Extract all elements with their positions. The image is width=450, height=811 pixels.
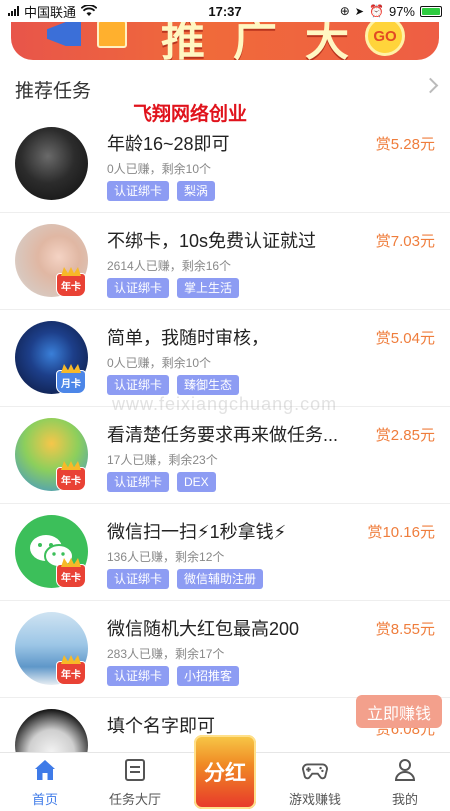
tag: 小招推客: [177, 666, 240, 686]
task-title: 简单，我随时审核，: [107, 328, 269, 348]
location-icon: ➤: [354, 5, 365, 18]
promo-banner[interactable]: 推广大奖 GO: [11, 16, 439, 60]
task-title: 看清楚任务要求再来做任务...: [107, 425, 339, 445]
battery-icon: [420, 5, 442, 17]
tab-bar: 首页 任务大厅 游戏赚钱 我的 分红: [0, 735, 450, 811]
watermark-red: 飞翔网络创业: [133, 104, 248, 125]
tab-task-hall[interactable]: 任务大厅: [90, 753, 180, 811]
task-meta: 0人已赚，剩余10个: [107, 162, 212, 176]
task-row[interactable]: 年卡 不绑卡，10s免费认证就过 2614人已赚，剩余16个 认证绑卡 掌上生活…: [0, 213, 450, 310]
carrier-label: 中国联通: [24, 4, 77, 20]
task-title: 不绑卡，10s免费认证就过: [107, 231, 317, 251]
task-title: 微信扫一扫⚡1秒拿钱⚡: [107, 522, 287, 542]
home-icon: [32, 757, 58, 783]
tag: 臻御生态: [177, 375, 240, 395]
tab-label: 游戏赚钱: [288, 792, 341, 807]
wifi-icon: [81, 5, 98, 16]
task-row[interactable]: 年卡 看清楚任务要求再来做任务... 17人已赚，剩余23个 认证绑卡 DEX …: [0, 407, 450, 504]
gift-icon: [97, 20, 127, 48]
tag: 认证绑卡: [107, 181, 170, 201]
tag: 微信辅助注册: [177, 569, 264, 589]
tab-label: 我的: [391, 792, 418, 807]
tag: 认证绑卡: [107, 278, 170, 298]
reward-amount: 赏2.85元: [375, 427, 435, 444]
banner-go-button[interactable]: GO: [365, 16, 405, 56]
tab-mine[interactable]: 我的: [360, 753, 450, 811]
status-bar: 中国联通 17:37 ⊕ ➤ ⏰ 97%: [0, 0, 450, 22]
tab-label: 任务大厅: [108, 792, 161, 807]
task-meta: 136人已赚，剩余12个: [107, 550, 225, 564]
year-card-badge: 年卡: [56, 661, 86, 685]
task-list: 年龄16~28即可 0人已赚，剩余10个 认证绑卡 梨涡 赏5.28元 年卡 不…: [0, 116, 450, 795]
task-row[interactable]: 年卡 微信扫一扫⚡1秒拿钱⚡ 136人已赚，剩余12个 认证绑卡 微信辅助注册 …: [0, 504, 450, 601]
avatar: [15, 127, 88, 200]
tab-home[interactable]: 首页: [0, 753, 90, 811]
reward-amount: 赏5.28元: [375, 136, 435, 153]
battery-percent: 97%: [388, 3, 415, 19]
tag: 认证绑卡: [107, 472, 170, 492]
task-meta: 17人已赚，剩余23个: [107, 453, 218, 467]
year-card-badge: 年卡: [56, 273, 86, 297]
tab-label: 首页: [31, 792, 58, 807]
signal-icon: [8, 6, 19, 16]
tag: 认证绑卡: [107, 666, 170, 686]
chevron-right-icon[interactable]: [422, 77, 439, 94]
tag: 梨涡: [177, 181, 216, 201]
task-row[interactable]: 年卡 微信随机大红包最高200 283人已赚，剩余17个 认证绑卡 小招推客 赏…: [0, 601, 450, 698]
gamepad-icon: [302, 757, 328, 783]
reward-amount: 赏10.16元: [367, 524, 435, 541]
reward-amount: 赏5.04元: [375, 330, 435, 347]
task-meta: 0人已赚，剩余10个: [107, 356, 212, 370]
tag: 掌上生活: [177, 278, 240, 298]
megaphone-icon: [47, 22, 81, 46]
dividend-button[interactable]: 分红: [194, 735, 256, 809]
month-card-badge: 月卡: [56, 370, 86, 394]
task-row[interactable]: 月卡 简单，我随时审核， 0人已赚，剩余10个 认证绑卡 臻御生态 赏5.04元: [0, 310, 450, 407]
earn-now-button[interactable]: 立即赚钱: [356, 695, 442, 728]
watermark-faint: www.feixiangchuang.com: [112, 394, 338, 414]
year-card-badge: 年卡: [56, 467, 86, 491]
reward-amount: 赏8.55元: [375, 621, 435, 638]
task-meta: 2614人已赚，剩余16个: [107, 259, 232, 273]
section-title: 推荐任务: [15, 80, 92, 102]
user-icon: [392, 757, 418, 783]
task-title: 年龄16~28即可: [107, 134, 230, 154]
app-screen: 中国联通 17:37 ⊕ ➤ ⏰ 97% 推广大奖 GO 推荐任务 飞翔网络创业…: [0, 0, 450, 811]
reward-amount: 赏7.03元: [375, 233, 435, 250]
year-card-badge: 年卡: [56, 564, 86, 588]
task-title: 填个名字即可: [107, 716, 215, 736]
lock-rotation-icon: ⊕: [339, 4, 350, 18]
tab-games[interactable]: 游戏赚钱: [270, 753, 360, 811]
task-title: 微信随机大红包最高200: [107, 619, 300, 639]
document-icon: [122, 757, 148, 783]
alarm-icon: ⏰: [369, 4, 384, 18]
task-meta: 283人已赚，剩余17个: [107, 647, 225, 661]
tag: 认证绑卡: [107, 375, 170, 395]
task-row[interactable]: 年龄16~28即可 0人已赚，剩余10个 认证绑卡 梨涡 赏5.28元: [0, 116, 450, 213]
tag: 认证绑卡: [107, 569, 170, 589]
tag: DEX: [177, 472, 216, 492]
